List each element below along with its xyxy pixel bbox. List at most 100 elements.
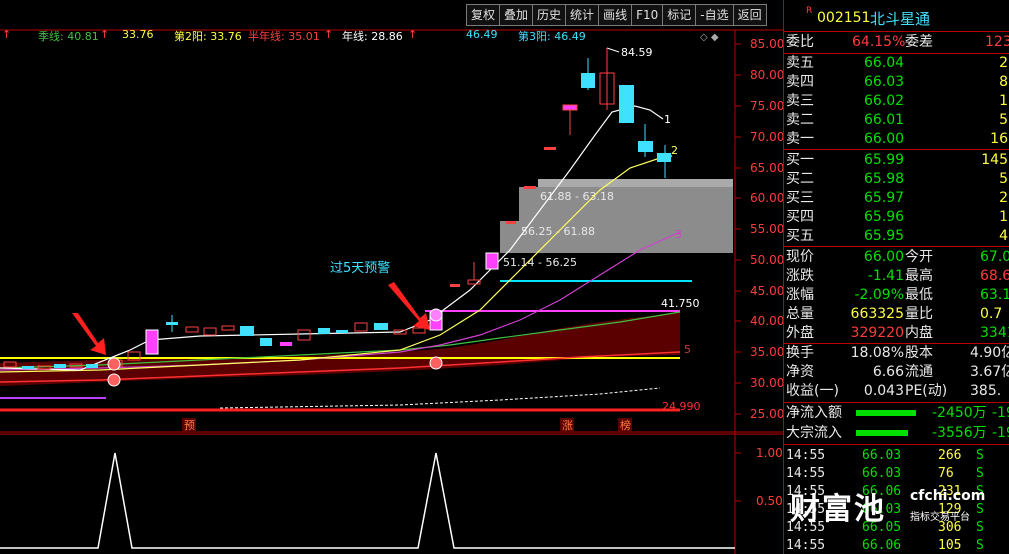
stat-value: 33410 <box>980 325 1009 341</box>
stat-row: 涨幅 -2.09% 最低 63.1 <box>784 286 1009 305</box>
stat-value: 385. <box>970 383 1002 399</box>
ask-volume: 16 <box>990 131 1008 147</box>
trade-volume: 266 <box>938 448 962 463</box>
stat-label: 最高 <box>905 268 933 284</box>
warn-text: 过5天预警 <box>330 260 390 276</box>
bid-label: 买三 <box>786 190 814 206</box>
stat-value: -2.09% <box>854 287 904 303</box>
stat-value: 0.043 <box>863 383 904 399</box>
svg-text:85.00: 85.00 <box>750 37 783 51</box>
ask-label: 卖五 <box>786 55 814 71</box>
ask-volume: 1 <box>999 93 1008 109</box>
svg-text:35.00: 35.00 <box>750 345 783 359</box>
ask-volume: 2 <box>999 55 1008 71</box>
trade-side: S <box>976 538 984 553</box>
trade-volume: 76 <box>938 466 954 481</box>
remove-watchlist-button[interactable]: -自选 <box>695 4 734 26</box>
bid-row[interactable]: 买四 65.96 1 <box>784 208 1009 227</box>
svg-text:75.00: 75.00 <box>750 99 783 113</box>
bid-volume: 145 <box>981 152 1008 168</box>
stat-label: 涨跌 <box>786 268 814 284</box>
bid-row[interactable]: 买五 65.95 4 <box>784 227 1009 246</box>
trade-row[interactable]: 14:55 66.03 266 S <box>784 448 1009 463</box>
stock-header: R 002151 北斗星通 <box>806 6 931 28</box>
ask-row[interactable]: 卖五 66.04 2 <box>784 54 1009 73</box>
flow-row: 大宗流入 -3556万 -19 <box>784 424 1009 443</box>
mark-button[interactable]: 标记 <box>662 4 697 26</box>
flow-value: -3556万 <box>932 425 987 441</box>
restore-rights-button[interactable]: 复权 <box>466 4 501 26</box>
flow-bar <box>856 430 908 436</box>
svg-text:80.00: 80.00 <box>750 68 783 82</box>
ask-label: 卖三 <box>786 93 814 109</box>
bid-price: 65.99 <box>864 152 905 168</box>
ask-row[interactable]: 卖四 66.03 8 <box>784 73 1009 92</box>
signal-ball <box>429 308 443 322</box>
signal-ball <box>107 357 121 371</box>
stock-name: 北斗星通 <box>870 10 931 28</box>
stat-label: 涨幅 <box>786 287 814 303</box>
ma-label-2: 2 <box>671 144 678 157</box>
draw-line-button[interactable]: 画线 <box>598 4 633 26</box>
third-yang-label: 第3阳: 46.49 <box>518 30 586 43</box>
flow-row: 净流入额 -2450万 -19 <box>784 404 1009 423</box>
statistics-button[interactable]: 统计 <box>565 4 600 26</box>
overlay-button[interactable]: 叠加 <box>499 4 534 26</box>
stat-label: 收益(一) <box>786 383 839 399</box>
svg-text:55.00: 55.00 <box>750 222 783 236</box>
stat-row: 现价 66.00 今开 67.0 <box>784 248 1009 267</box>
trade-time: 14:55 <box>786 448 826 463</box>
ask-label: 卖二 <box>786 112 814 128</box>
chart-toolbar: 复权 叠加 历史 统计 画线 F10 标记 -自选 返回 <box>466 4 767 26</box>
level-label-5: 5 <box>684 343 691 356</box>
high-label: 84.59 <box>621 46 653 59</box>
bid-label: 买五 <box>786 228 814 244</box>
ask-price: 66.01 <box>864 112 905 128</box>
bid-label: 买一 <box>786 152 814 168</box>
bid-row[interactable]: 买二 65.98 5 <box>784 170 1009 189</box>
f10-button[interactable]: F10 <box>631 4 664 26</box>
bid-price: 65.96 <box>864 209 905 225</box>
flow-value: -2450万 <box>932 405 987 421</box>
bid-price: 65.95 <box>864 228 905 244</box>
stat-value: 18.08% <box>850 345 904 361</box>
svg-text:40.00: 40.00 <box>750 314 783 328</box>
svg-text:1.00: 1.00 <box>756 446 783 460</box>
stat-label: 净资 <box>786 364 814 380</box>
back-button[interactable]: 返回 <box>732 4 767 26</box>
stat-value: 66.00 <box>863 249 904 265</box>
svg-text:30.00: 30.00 <box>750 376 783 390</box>
history-button[interactable]: 历史 <box>532 4 567 26</box>
stat-value: 3.67亿 <box>970 364 1009 380</box>
flow-pct: -19 <box>992 425 1009 441</box>
bid-row[interactable]: 买三 65.97 2 <box>784 189 1009 208</box>
bid-volume: 2 <box>999 190 1008 206</box>
year-line-label: 年线: 28.86 <box>342 30 403 43</box>
ask-row[interactable]: 卖二 66.01 5 <box>784 111 1009 130</box>
stat-label: 最低 <box>905 287 933 303</box>
level-label-41: 41.750 <box>661 297 700 310</box>
ma-label-3: 3 <box>675 228 682 241</box>
stat-label: 内盘 <box>905 325 933 341</box>
second-yang-label: 第2阳: 33.76 <box>174 30 242 43</box>
bid-row[interactable]: 买一 65.99 145 <box>784 151 1009 170</box>
stat-row: 涨跌 -1.41 最高 68.6 <box>784 267 1009 286</box>
stat-value: 329220 <box>850 325 904 341</box>
ask-price: 66.02 <box>864 93 905 109</box>
trade-side: S <box>976 466 984 481</box>
trade-time: 14:55 <box>786 538 826 553</box>
trade-row[interactable]: 14:55 66.03 76 S <box>784 466 1009 481</box>
v1-label: 33.76 <box>122 28 154 41</box>
watermark-url: cfchi.com <box>910 488 986 504</box>
kline-chart[interactable]: 61.88 - 63.18 56.25 - 61.88 51.14 - 56.2… <box>0 0 783 554</box>
ask-row[interactable]: 卖一 66.00 16 <box>784 130 1009 149</box>
stat-value: 68.6 <box>980 268 1009 284</box>
ask-price: 66.04 <box>864 55 905 71</box>
stat-row: 总量 663325 量比 0.7 <box>784 305 1009 324</box>
trade-row[interactable]: 14:55 66.06 105 S <box>784 538 1009 553</box>
ma-legend: ↑ 季线: 40.81 ↑ 33.76 第2阳: 33.76 半年线: 35.0… <box>2 28 586 43</box>
flow-label: 大宗流入 <box>786 425 842 441</box>
svg-text:70.00: 70.00 <box>750 130 783 144</box>
ask-row[interactable]: 卖三 66.02 1 <box>784 92 1009 111</box>
svg-text:45.00: 45.00 <box>750 284 783 298</box>
